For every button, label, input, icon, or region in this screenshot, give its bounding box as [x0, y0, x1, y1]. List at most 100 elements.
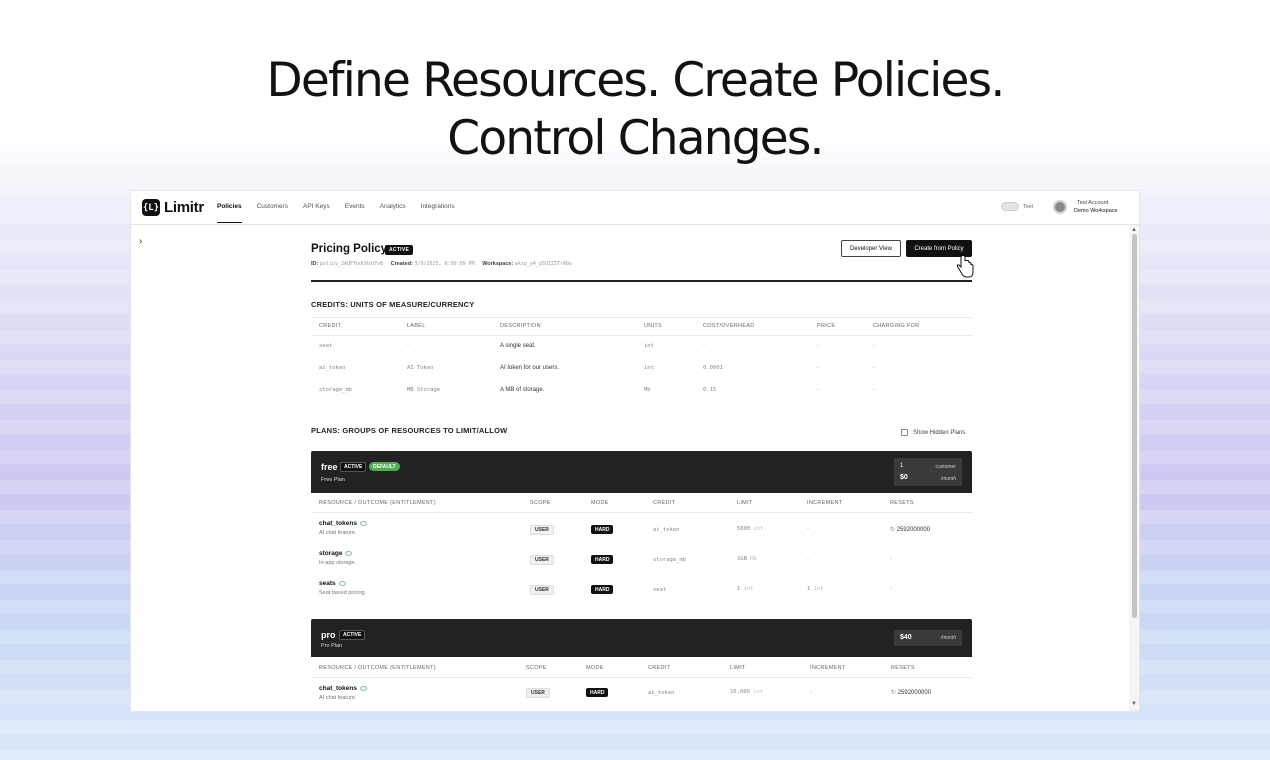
header-divider [311, 280, 972, 282]
col-credit: CREDIT [653, 500, 676, 506]
row-limit: 1GB Mb [737, 556, 757, 562]
workspace-name[interactable]: Demo Workspace [1074, 208, 1118, 214]
credits-col-description: DESCRIPTION [500, 323, 541, 329]
credit-description: AI token for our users. [500, 365, 560, 371]
reset-clock-icon: ↻ [891, 690, 898, 696]
table-divider [311, 335, 972, 336]
credits-col-label: LABEL [407, 323, 426, 329]
credits-col-units: UNITS [644, 323, 662, 329]
col-mode: MODE [591, 500, 609, 506]
eye-icon[interactable] [338, 580, 346, 586]
col-scope: SCOPE [530, 500, 551, 506]
row-credit: storage_mb [653, 557, 687, 563]
col-credit: CREDIT [648, 665, 671, 671]
headline-line-2: Control Changes. [447, 111, 824, 166]
status-badge: ACTIVE [385, 245, 414, 255]
status-badge: ACTIVE [339, 630, 366, 640]
row-limit: 10,000 int [730, 689, 764, 695]
plan-price-box: $40 /month [894, 630, 962, 646]
plan-card-pro[interactable]: pro ACTIVE Pro Plan $40 /month [311, 619, 972, 657]
col-resource: RESOURCE / OUTCOME (ENTITLEMENT) [319, 500, 436, 506]
feature-name: chat_tokens [319, 685, 367, 692]
credits-section-title: CREDITS: UNITS OF MEASURE/CURRENCY [311, 300, 475, 309]
plan-quantity: 1 [900, 463, 904, 469]
credit-id: seat [319, 343, 333, 349]
feature-name: storage [319, 550, 353, 557]
row-credit: seat [653, 587, 667, 593]
plan-price-box: 1 customer $0 /month [894, 458, 962, 486]
row-resets: - [890, 556, 892, 562]
tab-customers[interactable]: Customers [257, 203, 288, 223]
feature-description: AI chat feature. [319, 530, 357, 536]
workspace-id: wksp_y4_p5UIZ5TrA0a [514, 261, 573, 267]
eye-icon[interactable] [345, 550, 353, 556]
developer-view-button[interactable]: Developer View [841, 240, 901, 257]
scope-badge: USER [530, 585, 554, 595]
logo-mark: {L} [142, 199, 160, 216]
show-hidden-plans-toggle[interactable]: Show Hidden Plans [901, 429, 965, 436]
row-resets: ↻ 2592000000 [890, 527, 931, 533]
credit-price: - [817, 343, 819, 349]
credit-charging-for: - [873, 387, 875, 393]
col-resets: RESETS [891, 665, 915, 671]
show-hidden-checkbox[interactable] [901, 429, 908, 436]
credit-description: A single seat. [500, 343, 536, 349]
eye-icon[interactable] [359, 520, 367, 526]
row-increment: - [810, 689, 812, 695]
sidebar-expand-chevron-icon[interactable]: › [139, 236, 142, 247]
page-title: Pricing Policy [311, 243, 388, 255]
scope-badge: USER [526, 688, 550, 698]
credits-col-charging-for: CHARGING FOR [873, 323, 920, 329]
credit-id: ai_token [319, 365, 346, 371]
mode-badge: HARD [591, 555, 614, 564]
status-badge: ACTIVE [340, 462, 367, 472]
credit-price: - [817, 387, 819, 393]
avatar[interactable] [1053, 200, 1067, 214]
col-resets: RESETS [890, 500, 914, 506]
credit-units: int [644, 365, 654, 371]
logo[interactable]: {L} Limitr [142, 199, 204, 216]
row-increment: - [807, 556, 809, 562]
default-badge: DEFAULT [369, 462, 400, 471]
credits-col-price: PRICE [817, 323, 836, 329]
test-mode-toggle[interactable] [1001, 202, 1019, 211]
row-increment: - [807, 526, 809, 532]
plan-name: pro [321, 630, 336, 640]
credit-label: AI Token [407, 365, 434, 371]
headline: Define Resources. Create Policies. Contr… [0, 52, 1270, 168]
row-resets: ↻ 2592000000 [891, 690, 932, 696]
col-limit: LIMIT [737, 500, 753, 506]
plan-quantity-label: customer [935, 464, 956, 470]
mode-badge: HARD [591, 525, 614, 534]
scrollbar-thumb[interactable] [1132, 234, 1137, 618]
credit-units: int [644, 343, 654, 349]
row-credit: ai_token [653, 527, 680, 533]
scroll-down-arrow-icon[interactable]: ▼ [1131, 701, 1137, 707]
col-limit: LIMIT [730, 665, 746, 671]
row-credit: ai_token [648, 690, 675, 696]
plan-subtitle: Pro Plan [321, 643, 343, 649]
policy-meta: ID: policy_2AQFYbdCHzU7v8 Created: 3/9/2… [311, 261, 578, 267]
plan-card-free[interactable]: free ACTIVE DEFAULT Free Plan 1 customer… [311, 451, 972, 493]
credit-label: MB Storage [407, 387, 441, 393]
created-value: 3/9/2025, 6:09:09 PM [414, 261, 475, 267]
created-label: Created: [390, 261, 413, 267]
credits-col-credit: CREDIT [319, 323, 342, 329]
scroll-up-arrow-icon[interactable]: ▲ [1131, 227, 1137, 233]
table-divider [311, 677, 972, 678]
credit-description: A MB of storage. [500, 387, 545, 393]
scope-badge: USER [530, 525, 554, 535]
col-mode: MODE [586, 665, 604, 671]
tab-policies[interactable]: Policies [217, 203, 242, 223]
credit-charging-for: - [873, 365, 875, 371]
scope-badge: USER [530, 555, 554, 565]
credit-label: - [407, 343, 409, 349]
col-increment: INCREMENT [810, 665, 846, 671]
row-limit: 5000 int [737, 526, 764, 532]
feature-name: chat_tokens [319, 520, 367, 527]
plans-section-title: PLANS: GROUPS OF RESOURCES TO LIMIT/ALLO… [311, 426, 508, 435]
mode-badge: HARD [591, 585, 614, 594]
workspace-label: Workspace: [482, 261, 514, 267]
account-name[interactable]: Test Account [1077, 200, 1108, 206]
eye-icon[interactable] [359, 685, 367, 691]
